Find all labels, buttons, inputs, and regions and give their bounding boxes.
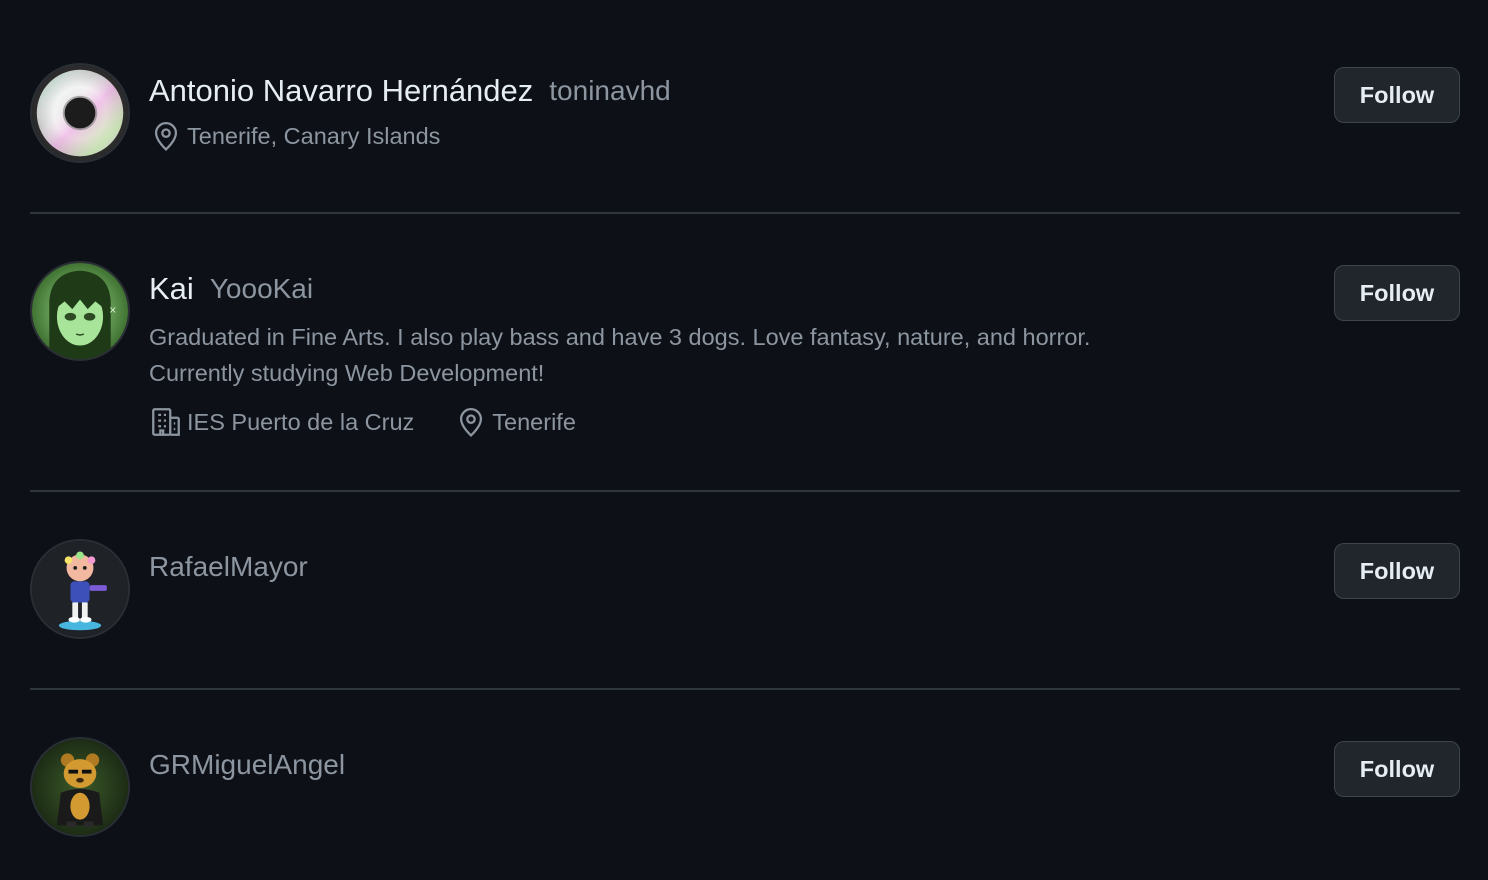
avatar[interactable] bbox=[30, 539, 130, 639]
follow-button[interactable]: Follow bbox=[1334, 543, 1460, 599]
user-display-name[interactable]: Kai bbox=[149, 271, 194, 307]
user-info: RafaelMayor bbox=[149, 539, 1300, 595]
user-bio: Graduated in Fine Arts. I also play bass… bbox=[149, 319, 1209, 391]
meta-line: IES Puerto de la Cruz Tenerife bbox=[149, 405, 1300, 439]
meta-line: Tenerife, Canary Islands bbox=[149, 119, 1300, 153]
name-line: RafaelMayor bbox=[149, 539, 1300, 595]
name-line: GRMiguelAngel bbox=[149, 737, 1300, 793]
bio-line: Currently studying Web Development! bbox=[149, 360, 545, 386]
user-login[interactable]: YoooKai bbox=[210, 273, 313, 305]
divider bbox=[30, 490, 1460, 492]
svg-text:×: × bbox=[109, 305, 117, 316]
location-text: Tenerife bbox=[492, 408, 576, 435]
bio-line: Graduated in Fine Arts. I also play bass… bbox=[149, 324, 1091, 350]
user-login[interactable]: toninavhd bbox=[549, 75, 670, 107]
anime-girl-avatar-icon: × bbox=[32, 263, 128, 359]
follow-button[interactable]: Follow bbox=[1334, 67, 1460, 123]
location-text: Tenerife, Canary Islands bbox=[187, 122, 441, 149]
user-row: Antonio Navarro Hernández toninavhd Tene… bbox=[30, 63, 1460, 167]
location: Tenerife, Canary Islands bbox=[149, 119, 440, 153]
location-pin-icon bbox=[454, 405, 488, 439]
user-list: Antonio Navarro Hernández toninavhd Tene… bbox=[0, 0, 1488, 880]
user-login[interactable]: GRMiguelAngel bbox=[149, 749, 345, 781]
company: IES Puerto de la Cruz bbox=[149, 405, 414, 439]
user-row: GRMiguelAngel Follow bbox=[30, 737, 1460, 841]
cartoon-character-avatar-icon bbox=[32, 541, 128, 637]
user-info: Kai YoooKai Graduated in Fine Arts. I al… bbox=[149, 261, 1300, 439]
follow-button[interactable]: Follow bbox=[1334, 741, 1460, 797]
user-display-name[interactable]: Antonio Navarro Hernández bbox=[149, 73, 533, 109]
cd-disc-avatar-icon bbox=[32, 65, 128, 161]
user-info: Antonio Navarro Hernández toninavhd Tene… bbox=[149, 63, 1300, 153]
name-line: Antonio Navarro Hernández toninavhd bbox=[149, 63, 1300, 119]
user-row: × Kai YoooKai Graduated in Fine Arts. I … bbox=[30, 261, 1460, 461]
divider bbox=[30, 688, 1460, 690]
location-pin-icon bbox=[149, 119, 183, 153]
avatar[interactable] bbox=[30, 737, 130, 837]
user-login[interactable]: RafaelMayor bbox=[149, 551, 308, 583]
avatar[interactable] bbox=[30, 63, 130, 163]
follow-button[interactable]: Follow bbox=[1334, 265, 1460, 321]
divider bbox=[30, 212, 1460, 214]
company-text: IES Puerto de la Cruz bbox=[187, 408, 415, 435]
user-info: GRMiguelAngel bbox=[149, 737, 1300, 793]
avatar[interactable]: × bbox=[30, 261, 130, 361]
user-row: RafaelMayor Follow bbox=[30, 539, 1460, 643]
name-line: Kai YoooKai bbox=[149, 261, 1300, 317]
location: Tenerife bbox=[454, 405, 576, 439]
bear-avatar-icon bbox=[32, 739, 128, 835]
building-icon bbox=[149, 405, 183, 439]
